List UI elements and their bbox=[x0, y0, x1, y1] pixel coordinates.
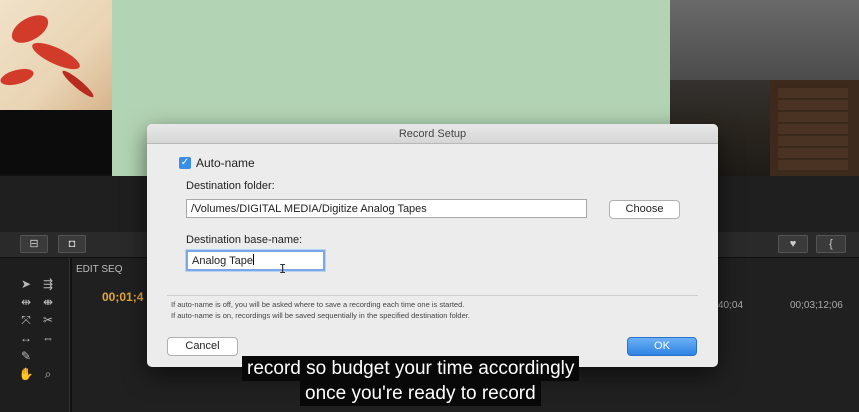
slide-icon[interactable]: ⇔ bbox=[40, 330, 56, 346]
info-text-line-1: If auto-name is off, you will be asked w… bbox=[171, 300, 465, 309]
rate-stretch-icon[interactable]: ⤧ bbox=[18, 312, 34, 328]
auto-name-label: Auto-name bbox=[196, 156, 255, 170]
caption-line-1: record so budget your time accordingly bbox=[242, 356, 580, 381]
right-preview-wall bbox=[670, 0, 859, 80]
ibeam-cursor-icon: I bbox=[279, 262, 287, 276]
camera-icon[interactable]: ◘ bbox=[58, 235, 86, 253]
dialog-title: Record Setup bbox=[147, 124, 718, 144]
slip-icon[interactable]: ↔ bbox=[18, 330, 34, 346]
ruler-label: 40;04 bbox=[718, 300, 744, 311]
cancel-button[interactable]: Cancel bbox=[167, 337, 238, 356]
marker-icon[interactable]: ♥ bbox=[778, 235, 808, 253]
caption-line-2: once you're ready to record bbox=[300, 381, 541, 406]
record-setup-dialog: Record Setup ✓ Auto-name Destination fol… bbox=[147, 124, 718, 367]
dialog-divider bbox=[167, 295, 698, 296]
in-point-button[interactable]: { bbox=[816, 235, 846, 253]
export-frame-button[interactable]: ⊟ bbox=[20, 235, 48, 253]
info-text-line-2: If auto-name is on, recordings will be s… bbox=[171, 311, 470, 320]
check-icon[interactable]: ✓ bbox=[179, 157, 191, 169]
rolling-edit-icon[interactable]: ⇼ bbox=[40, 294, 56, 310]
sequence-tab[interactable]: EDIT SEQ bbox=[76, 264, 123, 278]
base-name-value: Analog Tape bbox=[192, 255, 253, 267]
base-name-field[interactable]: Analog Tape bbox=[186, 250, 325, 271]
razor-icon[interactable]: ✂ bbox=[40, 312, 56, 328]
choose-button[interactable]: Choose bbox=[609, 200, 680, 219]
right-preview-door bbox=[770, 80, 859, 176]
base-name-label: Destination base-name: bbox=[186, 234, 303, 246]
selection-tool-icon[interactable]: ➤ bbox=[18, 276, 34, 292]
text-cursor bbox=[252, 254, 254, 265]
tools-panel: ➤ ⇶ ⇹ ⇼ ⤧ ✂ ↔ ⇔ ✎ ✋ ⌕ bbox=[0, 258, 70, 412]
auto-name-checkbox-row[interactable]: ✓ Auto-name bbox=[179, 156, 255, 170]
destination-folder-label: Destination folder: bbox=[186, 180, 275, 192]
ruler-label: 00;03;12;06 bbox=[790, 300, 843, 311]
playhead-timecode[interactable]: 00;01;4 bbox=[102, 290, 143, 304]
track-select-icon[interactable]: ⇶ bbox=[40, 276, 56, 292]
destination-folder-field[interactable]: /Volumes/DIGITAL MEDIA/Digitize Analog T… bbox=[186, 199, 587, 218]
zoom-icon[interactable]: ⌕ bbox=[40, 366, 56, 382]
pen-icon[interactable]: ✎ bbox=[18, 348, 34, 364]
ok-button[interactable]: OK bbox=[627, 337, 697, 356]
hand-icon[interactable]: ✋ bbox=[18, 366, 34, 382]
source-preview-image bbox=[0, 0, 112, 110]
source-monitor-background bbox=[0, 110, 112, 174]
ripple-edit-icon[interactable]: ⇹ bbox=[18, 294, 34, 310]
